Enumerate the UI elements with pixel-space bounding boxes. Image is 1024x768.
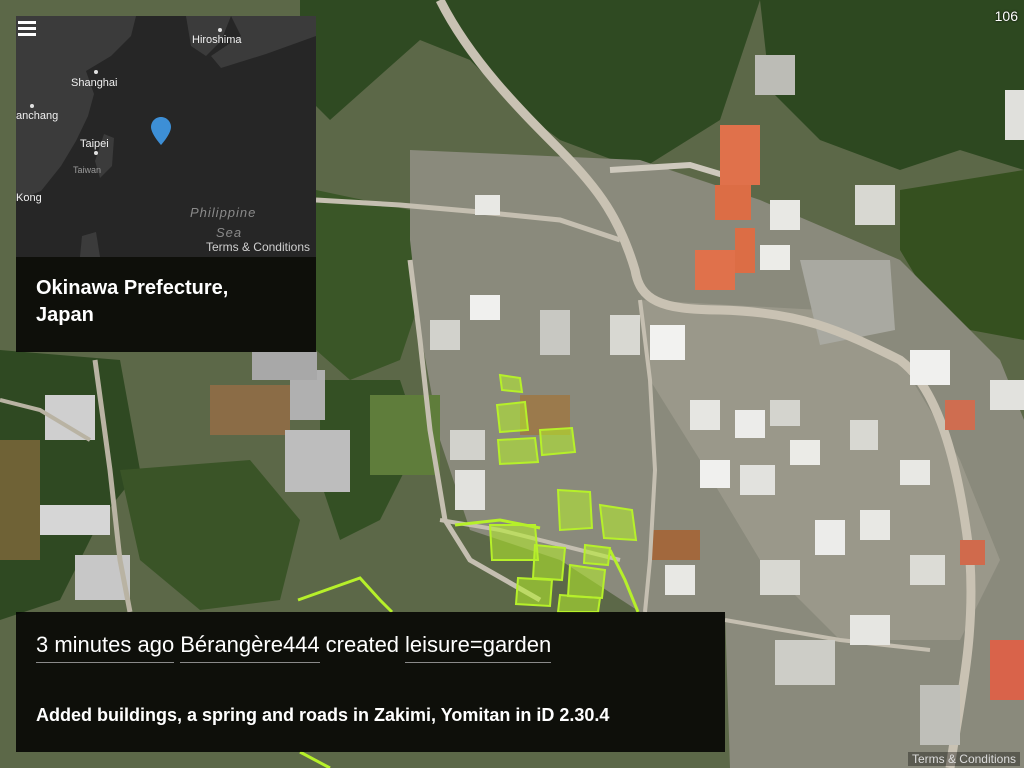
sea-label-cut: Sea bbox=[216, 225, 243, 239]
location-line-1: Okinawa Prefecture, bbox=[36, 277, 229, 299]
change-info-panel: 3 minutes ago Bérangère444 created leisure=… bbox=[16, 612, 725, 752]
city-label-hong-kong: Kong bbox=[16, 192, 42, 204]
city-label-taipei: Taipei bbox=[80, 138, 109, 150]
city-label-hiroshima: Hiroshima bbox=[192, 34, 242, 46]
location-line-2: Japan bbox=[36, 304, 94, 326]
event-counter: 106 bbox=[994, 8, 1018, 24]
tag-link[interactable]: leisure=garden bbox=[405, 632, 552, 663]
hamburger-menu-icon[interactable] bbox=[18, 21, 36, 37]
change-action: created bbox=[325, 632, 400, 657]
country-label-taiwan: Taiwan bbox=[73, 165, 102, 175]
change-summary: 3 minutes ago Bérangère444 created leisure=… bbox=[36, 632, 552, 663]
map-viewport[interactable]: 106 Terms & Conditions Hiroshima Shangha… bbox=[0, 0, 1024, 768]
overview-terms-link[interactable]: Terms & Conditions bbox=[206, 240, 310, 254]
terms-link[interactable]: Terms & Conditions bbox=[907, 752, 1020, 766]
overview-map[interactable]: Hiroshima Shanghai anchang Taipei Taiwan… bbox=[16, 16, 316, 257]
change-time-link[interactable]: 3 minutes ago bbox=[36, 632, 175, 663]
city-label-nanchang: anchang bbox=[16, 110, 59, 122]
map-pin-icon bbox=[151, 117, 171, 145]
location-name: Okinawa Prefecture, Japan bbox=[36, 275, 296, 329]
city-label-shanghai: Shanghai bbox=[71, 77, 118, 89]
overview-panel: Hiroshima Shanghai anchang Taipei Taiwan… bbox=[16, 16, 316, 352]
user-link[interactable]: Bérangère444 bbox=[180, 632, 320, 663]
sea-label: Philippine bbox=[190, 205, 257, 220]
changeset-comment: Added buildings, a spring and roads in Z… bbox=[36, 705, 610, 725]
